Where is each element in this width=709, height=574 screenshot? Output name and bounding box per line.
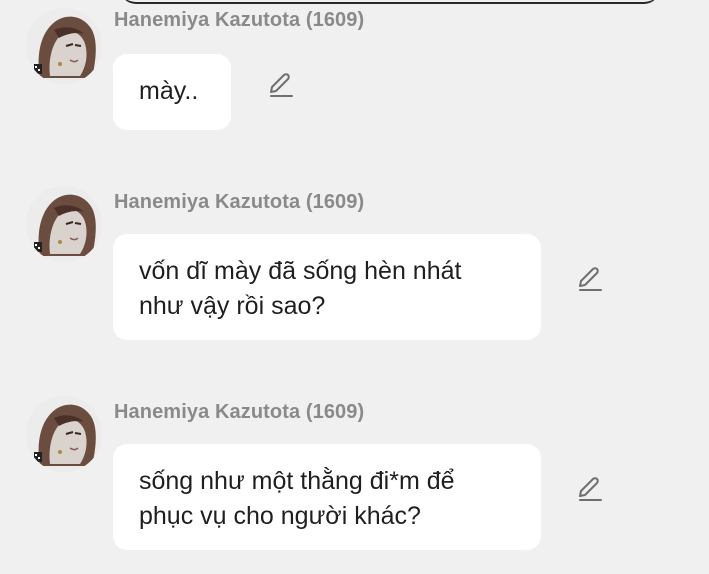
sender-name: Hanemiya Kazutota (1609) bbox=[114, 191, 365, 213]
avatar-icon bbox=[26, 396, 102, 472]
message-text: mày.. bbox=[139, 77, 199, 105]
top-panel-edge bbox=[120, 0, 660, 4]
chat-message: Hanemiya Kazutota (1609) sống như một th… bbox=[0, 396, 709, 556]
chat-message: Hanemiya Kazutota (1609) mày.. bbox=[0, 8, 709, 133]
chat-message: Hanemiya Kazutota (1609) vốn dĩ mày đã s… bbox=[0, 186, 709, 346]
message-bubble: mày.. bbox=[113, 54, 231, 130]
avatar[interactable] bbox=[26, 396, 102, 472]
message-bubble: vốn dĩ mày đã sống hèn nhát như vậy rồi … bbox=[113, 234, 541, 340]
message-text: phục vụ cho người khác? bbox=[139, 502, 421, 530]
avatar-icon bbox=[26, 186, 102, 262]
avatar-icon bbox=[26, 8, 102, 84]
avatar[interactable] bbox=[26, 186, 102, 262]
edit-icon[interactable] bbox=[576, 266, 602, 292]
message-text: vốn dĩ mày đã sống hèn nhát bbox=[139, 257, 462, 285]
avatar[interactable] bbox=[26, 8, 102, 84]
edit-icon[interactable] bbox=[267, 72, 293, 98]
sender-name: Hanemiya Kazutota (1609) bbox=[114, 9, 365, 31]
edit-icon[interactable] bbox=[576, 476, 602, 502]
message-text: như vậy rồi sao? bbox=[139, 292, 326, 320]
message-text: sống như một thằng đi*m để bbox=[139, 467, 455, 495]
message-bubble: sống như một thằng đi*m để phục vụ cho n… bbox=[113, 444, 541, 550]
sender-name: Hanemiya Kazutota (1609) bbox=[114, 401, 365, 423]
